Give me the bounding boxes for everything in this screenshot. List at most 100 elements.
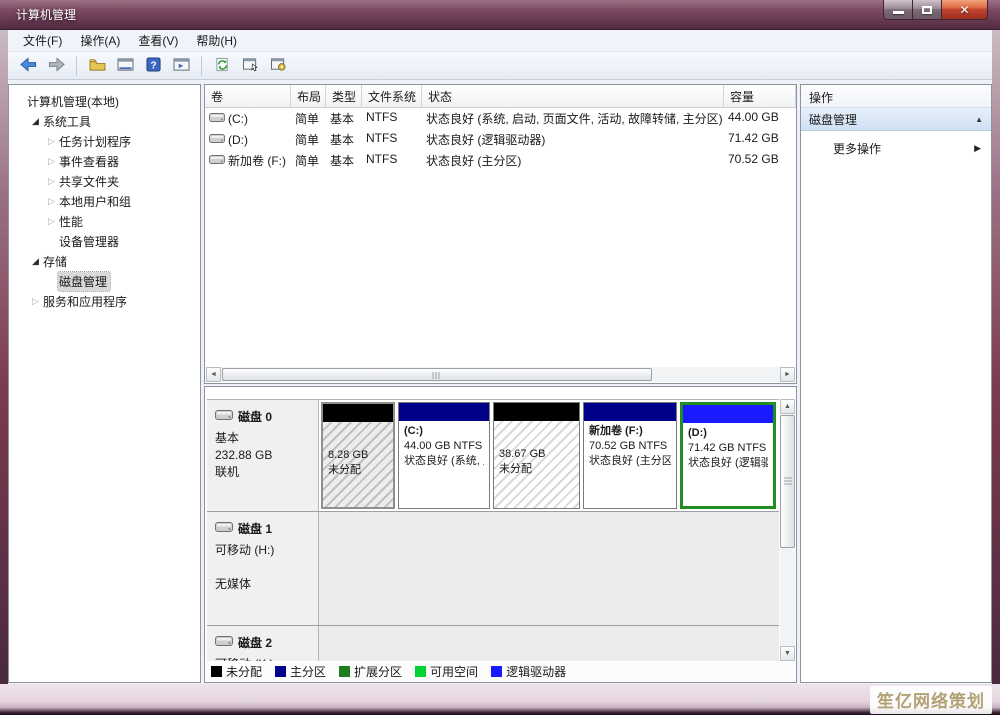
legend-color-swatch	[275, 666, 286, 677]
volume-name-label: 新加卷 (F:)	[228, 152, 286, 169]
partition-unallocated-2[interactable]: 38.67 GB未分配	[493, 402, 580, 509]
sidebar-item-2[interactable]: ▷任务计划程序	[9, 131, 200, 151]
back-button[interactable]	[16, 55, 40, 77]
legend-label: 扩展分区	[354, 663, 402, 680]
sidebar-item-5[interactable]: ▷本地用户和组	[9, 191, 200, 211]
maximize-button[interactable]	[913, 0, 942, 20]
forward-button[interactable]	[44, 55, 68, 77]
partition-line: 38.67 GB	[499, 447, 574, 462]
sidebar-item-9[interactable]: 磁盘管理	[9, 271, 200, 291]
volume-cell-1: 基本	[326, 150, 362, 171]
sidebar-item-0[interactable]: 计算机管理(本地)	[9, 91, 200, 111]
column-header-4[interactable]: 状态	[422, 85, 724, 108]
gear-window-button[interactable]	[266, 55, 290, 77]
console-window2-button[interactable]	[169, 55, 193, 77]
partition-新加卷 (F:)[interactable]: 新加卷 (F:)70.52 GB NTFS状态良好 (主分区)	[583, 402, 677, 509]
legend-item-4: 逻辑驱动器	[491, 663, 566, 680]
window-frame-left	[0, 30, 8, 684]
volume-cell-1: 基本	[326, 129, 362, 150]
partition-line: 状态良好 (逻辑驱动器)	[688, 456, 768, 471]
refresh-button[interactable]	[210, 55, 234, 77]
sidebar-item-10[interactable]: ▷服务和应用程序	[9, 291, 200, 311]
table-row[interactable]: (D:)简单基本NTFS状态良好 (逻辑驱动器)71.42 GB	[205, 129, 796, 150]
scrollbar-thumb[interactable]	[222, 368, 652, 381]
table-row[interactable]: (C:)简单基本NTFS状态良好 (系统, 启动, 页面文件, 活动, 故障转储…	[205, 108, 796, 129]
tree-expanded-arrow-icon[interactable]: ◢	[29, 116, 42, 127]
back-icon	[19, 56, 38, 76]
column-header-0[interactable]: 卷	[205, 85, 291, 108]
tree-item-label: 设备管理器	[59, 233, 119, 250]
sidebar-item-1[interactable]: ◢系统工具	[9, 111, 200, 131]
partition-(D:)[interactable]: (D:)71.42 GB NTFS状态良好 (逻辑驱动器)	[680, 402, 776, 509]
volume-drive-icon	[209, 154, 225, 168]
disk-row-1: 磁盘 1可移动 (H:)无媒体	[207, 512, 779, 626]
horizontal-scrollbar[interactable]: ◄ ►	[206, 367, 795, 382]
vertical-scrollbar[interactable]: ▲ ▼	[780, 399, 795, 661]
window-frame-right	[992, 30, 1000, 684]
volume-name-label: (C:)	[228, 112, 248, 126]
menu-item-0[interactable]: 文件(F)	[14, 29, 71, 52]
window-frame-bottom	[0, 684, 1000, 715]
tree-collapsed-arrow-icon[interactable]: ▷	[45, 156, 58, 167]
scroll-right-icon[interactable]: ►	[780, 367, 795, 382]
close-button[interactable]: ✕	[942, 0, 988, 20]
tree-collapsed-arrow-icon[interactable]: ▷	[45, 136, 58, 147]
more-actions-item[interactable]: 更多操作 ▶	[801, 137, 991, 159]
tree-collapsed-arrow-icon[interactable]: ▷	[45, 196, 58, 207]
actions-panel: 操作 磁盘管理 ▲ 更多操作 ▶	[800, 84, 992, 683]
actions-section-disk-management[interactable]: 磁盘管理 ▲	[801, 108, 991, 131]
properties-button[interactable]	[238, 55, 262, 77]
sidebar-item-3[interactable]: ▷事件查看器	[9, 151, 200, 171]
scroll-down-icon[interactable]: ▼	[780, 646, 795, 661]
console-window-button[interactable]	[113, 55, 137, 77]
tree-collapsed-arrow-icon[interactable]: ▷	[45, 216, 58, 227]
column-header-3[interactable]: 文件系统	[362, 85, 422, 108]
disk-label-0[interactable]: 磁盘 0基本232.88 GB联机	[207, 400, 319, 511]
window-title: 计算机管理	[16, 6, 76, 23]
sidebar-item-6[interactable]: ▷性能	[9, 211, 200, 231]
partition-(C:)[interactable]: (C:)44.00 GB NTFS状态良好 (系统, 启动, 页面文件, 活动,…	[398, 402, 490, 509]
sidebar-item-4[interactable]: ▷共享文件夹	[9, 171, 200, 191]
tree-collapsed-arrow-icon[interactable]: ▷	[29, 296, 42, 307]
scroll-left-icon[interactable]: ◄	[206, 367, 221, 382]
minimize-button[interactable]	[883, 0, 913, 20]
volume-list-rows: (C:)简单基本NTFS状态良好 (系统, 启动, 页面文件, 活动, 故障转储…	[205, 108, 796, 171]
tree-item-content: 系统工具	[42, 112, 94, 131]
disk-label-1[interactable]: 磁盘 1可移动 (H:)无媒体	[207, 512, 319, 625]
partition-type-bar	[584, 403, 676, 421]
tree-expanded-arrow-icon[interactable]: ◢	[29, 256, 42, 267]
watermark-text: 笙亿网络策划	[870, 686, 992, 714]
menu-item-3[interactable]: 帮助(H)	[187, 29, 246, 52]
partition-unallocated-0[interactable]: 8.28 GB未分配	[321, 402, 395, 509]
column-header-5[interactable]: 容量	[724, 85, 796, 108]
disk-label-2[interactable]: 磁盘 2可移动 (K:)	[207, 626, 319, 661]
volume-cell-0: 简单	[291, 108, 326, 129]
column-header-1[interactable]: 布局	[291, 85, 326, 108]
help-button[interactable]: ?	[141, 55, 165, 77]
column-header-2[interactable]: 类型	[326, 85, 362, 108]
menu-item-2[interactable]: 查看(V)	[129, 29, 187, 52]
partition-body: (D:)71.42 GB NTFS状态良好 (逻辑驱动器)	[683, 423, 773, 506]
legend-item-2: 扩展分区	[339, 663, 402, 680]
partition-line: 未分配	[328, 463, 388, 478]
partition-body: 新加卷 (F:)70.52 GB NTFS状态良好 (主分区)	[584, 421, 676, 508]
collapse-icon[interactable]: ▲	[975, 115, 983, 124]
legend-item-0: 未分配	[211, 663, 262, 680]
disk-title: 磁盘 0	[215, 408, 312, 425]
refresh-icon	[214, 57, 231, 75]
console-window-icon	[117, 57, 134, 75]
vscrollbar-thumb[interactable]	[780, 415, 795, 548]
menu-item-1[interactable]: 操作(A)	[71, 29, 129, 52]
menu-bar: 文件(F)操作(A)查看(V)帮助(H)	[8, 30, 992, 52]
table-row[interactable]: 新加卷 (F:)简单基本NTFS状态良好 (主分区)70.52 GB	[205, 150, 796, 171]
legend-label: 可用空间	[430, 663, 478, 680]
tree-item-content: 服务和应用程序	[42, 292, 130, 311]
tree-collapsed-arrow-icon[interactable]: ▷	[45, 176, 58, 187]
folder-button[interactable]	[85, 55, 109, 77]
sidebar-item-7[interactable]: 设备管理器	[9, 231, 200, 251]
volume-cell-0: 简单	[291, 129, 326, 150]
sidebar-item-8[interactable]: ◢存储	[9, 251, 200, 271]
toolbar: ?	[8, 52, 992, 80]
vscrollbar-grip-icon	[784, 477, 792, 486]
scroll-up-icon[interactable]: ▲	[780, 399, 795, 414]
